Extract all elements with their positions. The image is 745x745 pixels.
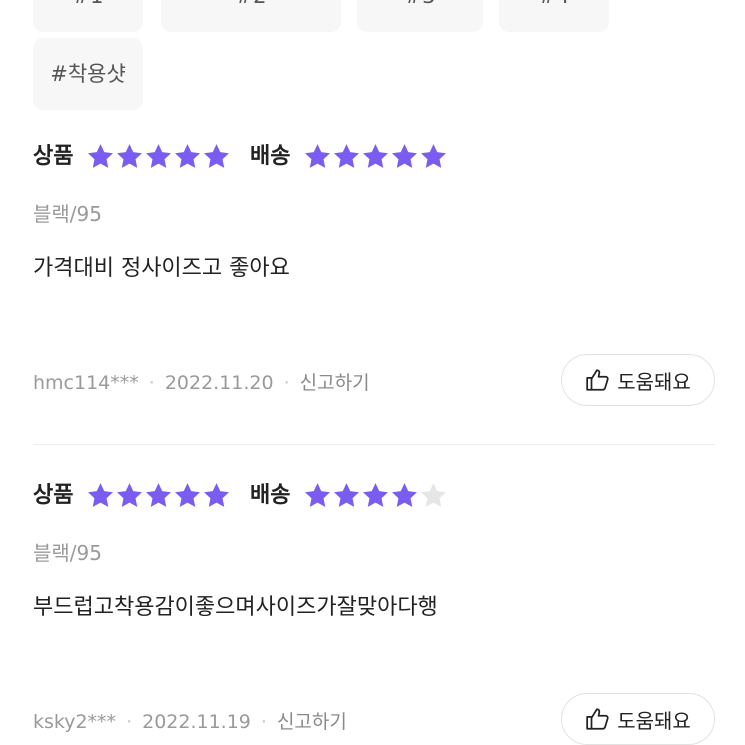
tag-chip[interactable]: #1 (33, 0, 143, 32)
tag-chip[interactable]: #착용샷 (33, 38, 143, 110)
star-filled-icon (146, 144, 171, 168)
star-filled-icon (334, 483, 359, 507)
star-filled-icon (204, 144, 229, 168)
delivery-rating-label: 배송 (250, 483, 291, 508)
star-filled-icon (175, 144, 200, 168)
star-filled-icon (175, 483, 200, 507)
product-rating-label: 상품 (33, 483, 74, 508)
helpful-label: 도움돼요 (617, 708, 691, 733)
star-filled-icon (88, 483, 113, 507)
star-filled-icon (88, 144, 113, 168)
review-date: 2022.11.20 (164, 372, 274, 394)
star-filled-icon (305, 483, 330, 507)
review-text: 부드럽고착용감이좋으며사이즈가잘맞아다행 (33, 595, 438, 620)
review-meta: ksky2*** · 2022.11.19 · 신고하기 (33, 707, 347, 734)
separator-dot: · (148, 372, 155, 394)
separator-dot: · (260, 711, 267, 733)
tag-label: #1 (73, 0, 104, 8)
star-filled-icon (334, 144, 359, 168)
review-text: 가격대비 정사이즈고 좋아요 (33, 256, 290, 281)
review-option: 블랙/95 (33, 541, 102, 565)
star-filled-icon (363, 483, 388, 507)
review-meta: hmc114*** · 2022.11.20 · 신고하기 (33, 368, 370, 395)
report-link[interactable]: 신고하기 (277, 711, 347, 733)
review-user: hmc114*** (33, 372, 139, 394)
tag-chip[interactable]: #3 (357, 0, 483, 32)
helpful-button[interactable]: 도움돼요 (561, 354, 715, 406)
rating-row: 상품 배송 (33, 140, 715, 174)
star-filled-icon (146, 483, 171, 507)
star-filled-icon (305, 144, 330, 168)
thumbs-up-icon (586, 369, 609, 391)
helpful-button[interactable]: 도움돼요 (561, 693, 715, 745)
star-filled-icon (421, 144, 446, 168)
product-rating-label: 상품 (33, 144, 74, 169)
star-filled-icon (204, 483, 229, 507)
review-option: 블랙/95 (33, 202, 102, 226)
tag-chip[interactable]: #2 (161, 0, 341, 32)
separator-dot: · (283, 372, 290, 394)
review-date: 2022.11.19 (142, 711, 251, 733)
review-list-page: #1 #2 #3 #4 #착용샷 상품 배송 블랙/95 가격대비 정사이즈고 … (0, 0, 745, 745)
delivery-rating-label: 배송 (250, 144, 291, 169)
review-item: 상품 배송 블랙/95 가격대비 정사이즈고 좋아요 hmc114*** · 202… (33, 140, 715, 410)
star-filled-icon (117, 144, 142, 168)
review-divider (33, 444, 715, 445)
star-empty-icon (421, 483, 446, 507)
star-filled-icon (392, 144, 417, 168)
tag-chip[interactable]: #4 (499, 0, 609, 32)
helpful-label: 도움돼요 (617, 369, 691, 394)
review-item: 상품 배송 블랙/95 부드럽고착용감이좋으며사이즈가잘맞아다행 ksky2**… (33, 479, 715, 745)
thumbs-up-icon (586, 708, 609, 730)
star-filled-icon (363, 144, 388, 168)
review-user: ksky2*** (33, 711, 117, 733)
tag-label: #2 (236, 0, 267, 8)
rating-row: 상품 배송 (33, 479, 715, 513)
star-filled-icon (117, 483, 142, 507)
tag-label: #3 (405, 0, 436, 8)
separator-dot: · (126, 711, 133, 733)
report-link[interactable]: 신고하기 (300, 372, 370, 394)
tag-label: #착용샷 (50, 62, 126, 86)
tag-label: #4 (539, 0, 570, 8)
star-filled-icon (392, 483, 417, 507)
